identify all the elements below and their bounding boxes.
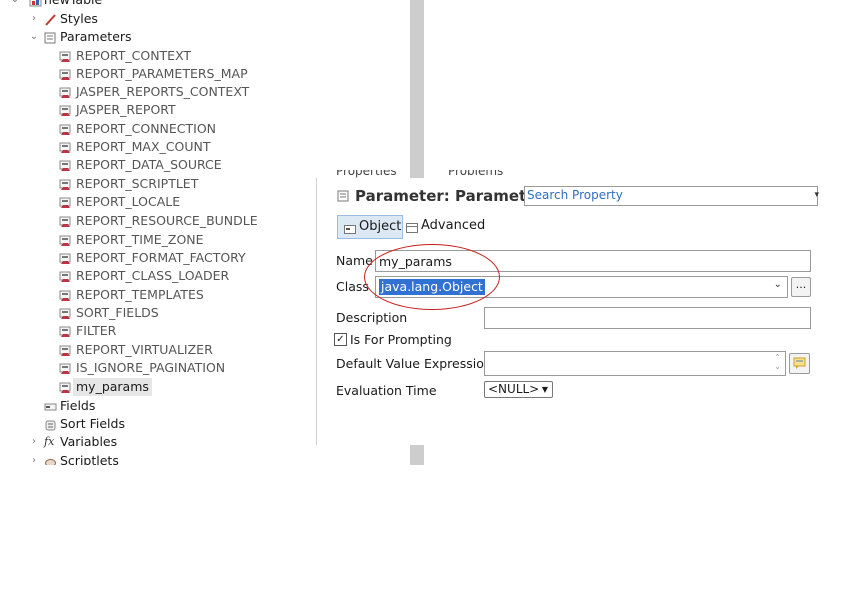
expression-editor-button[interactable]	[789, 353, 810, 374]
annotation-ellipse	[364, 244, 500, 310]
parameter-icon	[59, 289, 72, 301]
parameter-item[interactable]: IS_IGNORE_PAGINATION	[0, 359, 300, 377]
spinner-icon[interactable]: ⌃ ⌄	[774, 353, 781, 371]
brush-icon	[44, 13, 57, 26]
parameter-icon	[59, 86, 72, 98]
parameter-icon	[59, 234, 72, 246]
tree-root[interactable]: ⌄ newTable	[0, 0, 200, 9]
parameter-item[interactable]: REPORT_LOCALE	[0, 193, 300, 211]
search-property-field[interactable]: ▾	[524, 186, 819, 206]
parameter-item[interactable]: FILTER	[0, 322, 300, 340]
parameter-item[interactable]: REPORT_TIME_ZONE	[0, 231, 300, 249]
evaluation-time-label: Evaluation Time	[336, 383, 437, 398]
parameter-item[interactable]: REPORT_PARAMETERS_MAP	[0, 65, 300, 83]
object-tab-icon	[344, 222, 356, 237]
parameter-item[interactable]: REPORT_DATA_SOURCE	[0, 156, 300, 174]
search-input[interactable]	[525, 187, 797, 203]
tree-item-label: Styles	[60, 11, 98, 26]
parameter-item[interactable]: REPORT_CONNECTION	[0, 120, 300, 138]
dropdown-arrow-icon[interactable]: ▼	[542, 382, 548, 397]
vertical-scrollbar-lower[interactable]	[410, 445, 424, 465]
evaluation-time-select[interactable]: <NULL> ▼	[484, 381, 553, 398]
parameter-item-selected[interactable]: my_params	[0, 378, 300, 396]
expanded-chevron-icon[interactable]: ⌄	[28, 28, 40, 46]
tree-item-scriptlets[interactable]: › Scriptlets	[0, 452, 200, 465]
parameter-icon	[59, 178, 72, 190]
collapsed-chevron-icon[interactable]: ›	[28, 452, 40, 465]
fields-icon	[44, 400, 57, 412]
parameters-folder-icon	[44, 31, 57, 44]
default-expression-label: Default Value Expression	[336, 356, 492, 371]
parameter-icon	[59, 159, 72, 171]
parameter-item[interactable]: REPORT_RESOURCE_BUNDLE	[0, 212, 300, 230]
parameter-item[interactable]: REPORT_TEMPLATES	[0, 286, 300, 304]
parameter-item[interactable]: REPORT_MAX_COUNT	[0, 138, 300, 156]
tree-item-variables[interactable]: › fx Variables	[0, 433, 200, 451]
tree-item-label: Variables	[60, 434, 118, 449]
tree-item-label: Sort Fields	[60, 416, 125, 431]
parameter-item[interactable]: SORT_FIELDS	[0, 304, 300, 322]
sort-fields-icon	[44, 418, 57, 431]
dropdown-arrow-icon[interactable]: ▾	[814, 190, 819, 200]
tree-item-sort-fields[interactable]: Sort Fields	[0, 415, 200, 433]
tab-properties[interactable]: Properties	[336, 170, 397, 178]
parameter-icon	[59, 215, 72, 227]
tree-item-label: Parameters	[60, 29, 132, 44]
dropdown-arrow-icon[interactable]: ⌄	[774, 279, 782, 290]
parameter-item[interactable]: REPORT_SCRIPTLET	[0, 175, 300, 193]
parameter-icon	[59, 141, 72, 153]
parameter-icon	[59, 381, 72, 393]
prompting-label: Is For Prompting	[350, 332, 452, 347]
function-icon: fx	[44, 435, 55, 448]
parameter-icon	[59, 344, 72, 356]
tree-item-label: Scriptlets	[60, 453, 119, 465]
report-icon	[29, 0, 42, 7]
prompting-checkbox[interactable]: ✓	[334, 333, 347, 346]
parameter-item[interactable]: REPORT_FORMAT_FACTORY	[0, 249, 300, 267]
parameter-item[interactable]: JASPER_REPORTS_CONTEXT	[0, 83, 300, 101]
default-expression-field[interactable]: ⌃ ⌄	[484, 351, 786, 376]
parameter-icon	[59, 252, 72, 264]
tree-item-fields[interactable]: Fields	[0, 397, 200, 415]
parameter-icon	[59, 325, 72, 337]
description-label: Description	[336, 310, 408, 325]
parameter-icon	[59, 50, 72, 62]
collapsed-chevron-icon[interactable]: ›	[28, 433, 40, 451]
parameter-icon	[59, 68, 72, 80]
tree-item-parameters[interactable]: ⌄ Parameters	[0, 28, 200, 46]
parameter-icon	[59, 362, 72, 374]
parameter-icon	[59, 196, 72, 208]
browse-class-button[interactable]: ...	[791, 277, 811, 297]
parameter-icon	[59, 104, 72, 116]
parameter-item[interactable]: REPORT_CLASS_LOADER	[0, 267, 300, 285]
scriptlet-icon	[44, 455, 57, 465]
expression-editor-icon	[793, 357, 805, 369]
parameter-item[interactable]: REPORT_VIRTUALIZER	[0, 341, 300, 359]
tree-item-styles[interactable]: › Styles	[0, 10, 200, 28]
parameter-icon	[59, 270, 72, 282]
vertical-scrollbar[interactable]	[410, 0, 424, 178]
tree-root-label: newTable	[44, 0, 102, 9]
tab-object[interactable]: Object	[337, 215, 403, 239]
parameter-icon	[59, 123, 72, 135]
parameter-item[interactable]: REPORT_CONTEXT	[0, 47, 300, 65]
parameter-title-icon	[337, 190, 350, 206]
parameter-item[interactable]: JASPER_REPORT	[0, 101, 300, 119]
tree-item-label: Fields	[60, 398, 96, 413]
advanced-tab-icon	[406, 221, 418, 236]
collapsed-chevron-icon[interactable]: ›	[28, 10, 40, 28]
parameter-icon	[59, 307, 72, 319]
description-input[interactable]	[485, 308, 810, 328]
description-field[interactable]	[484, 307, 811, 329]
tab-problems[interactable]: Problems	[448, 170, 503, 178]
expanded-chevron-icon[interactable]: ⌄	[9, 0, 21, 9]
